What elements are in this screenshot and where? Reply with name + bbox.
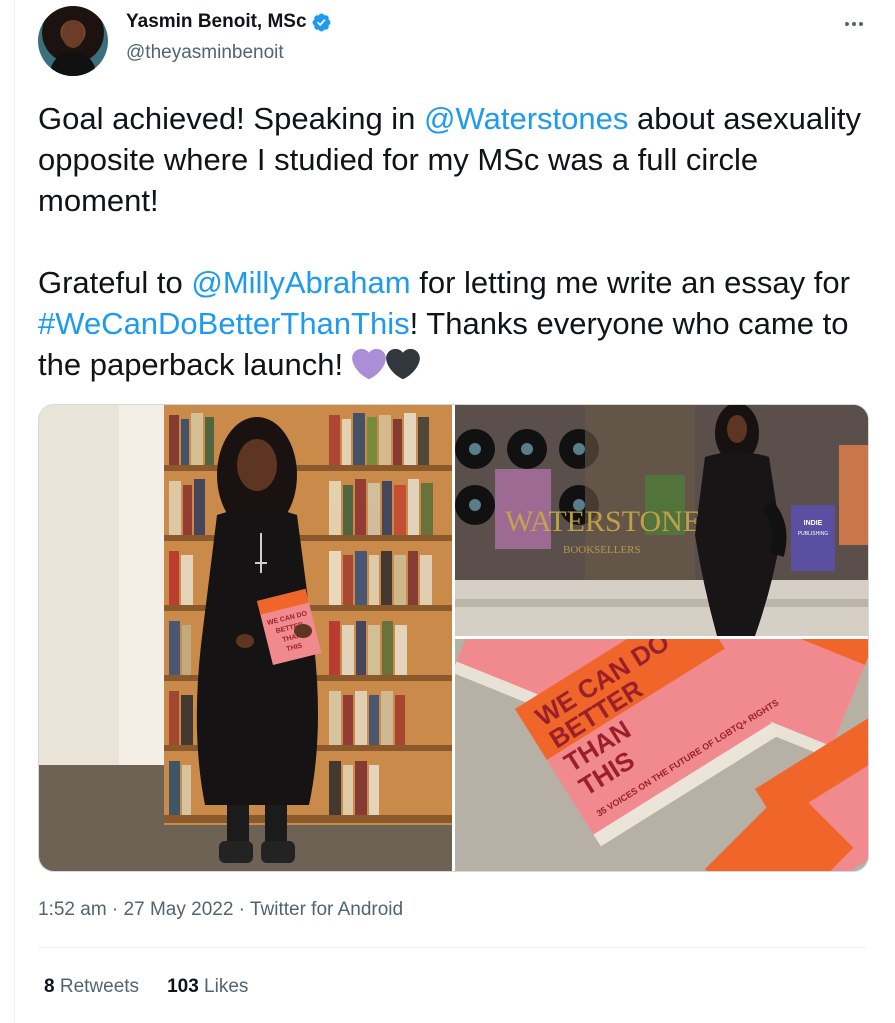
tweet-time[interactable]: 1:52 am [38, 899, 107, 920]
likes-count: 103 [167, 976, 199, 997]
media-grid: WE CAN DO BETTER THAN THIS WATERSTONES B… [38, 404, 869, 872]
author-handle[interactable]: @theyasminbenoit [126, 42, 284, 64]
likes-stat[interactable]: 103 Likes [167, 976, 248, 998]
author-name[interactable]: Yasmin Benoit, MSc [126, 11, 307, 33]
tweet-text: Goal achieved! Speaking in @Waterstones … [38, 98, 878, 385]
store-sign-text: WATERSTONES [505, 505, 718, 538]
svg-text:PUBLISHING: PUBLISHING [798, 531, 828, 537]
author-name-row: Yasmin Benoit, MSc [126, 11, 332, 33]
tweet-paragraph-2: Grateful to @MillyAbraham for letting me… [38, 262, 878, 385]
store-subsign-text: BOOKSELLERS [563, 544, 641, 556]
meta-separator: · [233, 899, 250, 920]
mention-waterstones[interactable]: @Waterstones [424, 101, 628, 136]
meta-separator: · [106, 899, 124, 920]
photo-bookshelf[interactable]: WE CAN DO BETTER THAN THIS [39, 405, 452, 871]
hashtag-wecandobetterthanthis[interactable]: #WeCanDoBetterThanThis [38, 306, 410, 341]
purple-heart-icon [351, 348, 386, 380]
likes-label: Likes [198, 976, 249, 997]
bookshelf-scene: WE CAN DO BETTER THAN THIS [39, 405, 452, 871]
photo-book-stack[interactable]: WE CAN DO BETTER THAN THIS 35 VOICES ON … [455, 639, 868, 871]
tweet-text-segment: Grateful to [38, 265, 192, 300]
avatar[interactable] [38, 6, 108, 76]
tweet-date[interactable]: 27 May 2022 [124, 899, 234, 920]
avatar-body [50, 52, 96, 76]
book-stack-scene: WE CAN DO BETTER THAN THIS 35 VOICES ON … [455, 639, 868, 871]
mention-millyabraham[interactable]: @MillyAbraham [191, 265, 410, 300]
avatar-face [62, 20, 84, 48]
black-heart-icon [385, 348, 420, 380]
retweets-label: Retweets [54, 976, 140, 997]
more-options-icon[interactable] [838, 12, 870, 36]
verified-badge-icon [312, 13, 331, 31]
storefront-scene: WATERSTONES BOOKSELLERS INDIE PUBLISHING [455, 405, 868, 636]
tweet-source[interactable]: Twitter for Android [250, 899, 403, 920]
tweet-stats: 8 Retweets 103 Likes [44, 976, 276, 998]
photo-storefront[interactable]: WATERSTONES BOOKSELLERS INDIE PUBLISHING [455, 405, 868, 636]
tweet-text-segment: Goal achieved! Speaking in [38, 101, 425, 136]
divider [38, 947, 867, 948]
svg-text:INDIE: INDIE [804, 520, 823, 527]
tweet-meta: 1:52 am · 27 May 2022 · Twitter for Andr… [38, 899, 403, 921]
tweet-text-segment: for letting me write an essay for [410, 265, 850, 300]
retweets-stat[interactable]: 8 Retweets [44, 976, 139, 998]
retweets-count: 8 [44, 976, 55, 997]
tweet-paragraph-1: Goal achieved! Speaking in @Waterstones … [38, 98, 878, 221]
